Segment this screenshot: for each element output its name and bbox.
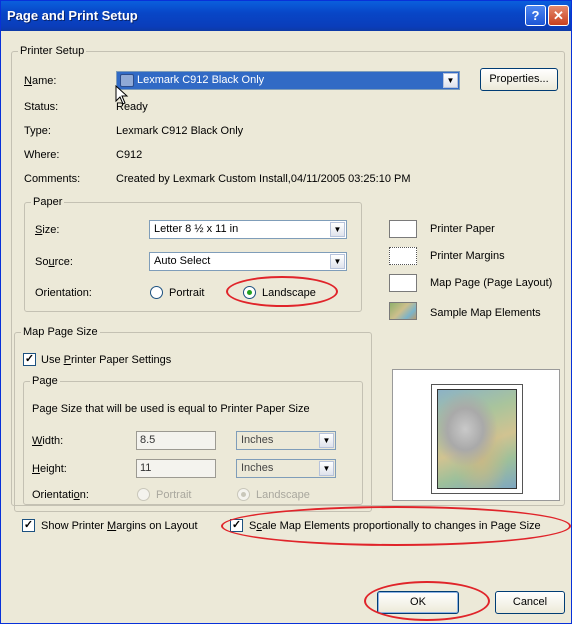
- map-orientation-label: Orientation:: [32, 489, 89, 501]
- map-landscape-label[interactable]: Landscape: [256, 488, 310, 502]
- chevron-down-icon[interactable]: ▼: [319, 433, 334, 448]
- landscape-radio-label[interactable]: Landscape: [262, 286, 316, 300]
- sample-map-elements-legend-label: Sample Map Elements: [430, 307, 541, 319]
- paper-source-dropdown[interactable]: Auto Select ▼: [149, 252, 347, 271]
- printer-name-value: Lexmark C912 Black Only: [137, 74, 265, 86]
- width-label: Width:: [32, 435, 64, 447]
- printer-margins-swatch: [389, 247, 417, 265]
- paper-legend: Paper: [31, 195, 65, 209]
- use-printer-paper-checkbox[interactable]: ✓: [23, 353, 36, 366]
- scale-map-elements-label[interactable]: Scale Map Elements proportionally to cha…: [249, 519, 541, 533]
- cancel-button-label: Cancel: [512, 596, 548, 608]
- cancel-button[interactable]: Cancel: [495, 591, 565, 614]
- landscape-radio[interactable]: [243, 286, 256, 299]
- paper-size-dropdown[interactable]: Letter 8 ½ x 11 in ▼: [149, 220, 347, 239]
- printer-setup-legend: Printer Setup: [18, 44, 87, 58]
- map-page-size-legend: Map Page Size: [21, 325, 100, 339]
- ok-button[interactable]: OK: [377, 591, 459, 614]
- sample-map-elements-swatch: [389, 302, 417, 320]
- where-value: C912: [116, 149, 143, 161]
- show-printer-margins-label[interactable]: Show Printer Margins on Layout: [41, 519, 198, 533]
- paper-group: Paper Size: Letter 8 ½ x 11 in ▼ Source:…: [24, 195, 362, 312]
- properties-button-label: Properties...: [489, 73, 549, 85]
- height-label: Height:: [32, 463, 67, 475]
- scale-map-elements-checkbox[interactable]: ✓: [230, 519, 243, 532]
- height-unit-value: Inches: [241, 462, 274, 474]
- page-print-setup-dialog: Page and Print Setup ? ✕ Printer Setup N…: [0, 0, 572, 624]
- use-printer-paper-label[interactable]: Use Printer Paper Settings: [41, 353, 171, 367]
- page-size-info: Page Size that will be used is equal to …: [32, 403, 310, 415]
- chevron-down-icon[interactable]: ▼: [330, 222, 345, 237]
- portrait-radio-label[interactable]: Portrait: [169, 286, 204, 300]
- paper-size-label: Size:: [35, 224, 60, 236]
- close-icon: ✕: [553, 8, 564, 23]
- paper-source-value: Auto Select: [154, 255, 211, 267]
- map-portrait-radio[interactable]: [137, 488, 150, 501]
- mouse-cursor-icon: [115, 85, 129, 105]
- comments-value: Created by Lexmark Custom Install,04/11/…: [116, 173, 411, 185]
- map-page-legend-label: Map Page (Page Layout): [430, 277, 553, 289]
- status-label: Status:: [24, 101, 59, 113]
- window-title: Page and Print Setup: [7, 8, 138, 23]
- paper-source-label: Source:: [35, 256, 73, 268]
- comments-label: Comments:: [24, 173, 81, 185]
- preview-map-image: [437, 389, 517, 489]
- map-page-size-group: Map Page Size ✓ Use Printer Paper Settin…: [14, 325, 372, 512]
- chevron-down-icon[interactable]: ▼: [443, 73, 458, 88]
- paper-size-value: Letter 8 ½ x 11 in: [154, 223, 239, 235]
- map-landscape-radio[interactable]: [237, 488, 250, 501]
- type-value: Lexmark C912 Black Only: [116, 125, 244, 137]
- show-printer-margins-checkbox[interactable]: ✓: [22, 519, 35, 532]
- width-unit-dropdown[interactable]: Inches ▼: [236, 431, 336, 450]
- paper-orientation-label: Orientation:: [35, 287, 92, 299]
- printer-paper-legend-label: Printer Paper: [430, 223, 495, 235]
- printer-name-dropdown[interactable]: Lexmark C912 Black Only ▼: [116, 71, 460, 90]
- help-button[interactable]: ?: [525, 5, 546, 26]
- page-subgroup: Page Page Size that will be used is equa…: [23, 374, 363, 505]
- where-label: Where:: [24, 149, 60, 161]
- printer-paper-swatch: [389, 220, 417, 238]
- page-preview: [392, 369, 560, 501]
- width-value: 8.5: [140, 434, 156, 446]
- height-unit-dropdown[interactable]: Inches ▼: [236, 459, 336, 478]
- portrait-radio[interactable]: [150, 286, 163, 299]
- printer-setup-group: Printer Setup Name: Lexmark C912 Black O…: [11, 44, 565, 512]
- properties-button[interactable]: Properties...: [480, 68, 558, 91]
- map-portrait-label[interactable]: Portrait: [156, 488, 191, 502]
- ok-button-label: OK: [410, 596, 426, 608]
- printer-name-label: Name:: [24, 75, 57, 87]
- type-label: Type:: [24, 125, 51, 137]
- printer-margins-legend-label: Printer Margins: [430, 250, 505, 262]
- height-input[interactable]: 11: [136, 459, 216, 478]
- close-button[interactable]: ✕: [548, 5, 569, 26]
- chevron-down-icon[interactable]: ▼: [330, 254, 345, 269]
- chevron-down-icon[interactable]: ▼: [319, 461, 334, 476]
- map-page-swatch: [389, 274, 417, 292]
- title-bar[interactable]: Page and Print Setup ? ✕: [1, 1, 571, 31]
- preview-map-page: [431, 384, 523, 494]
- width-input[interactable]: 8.5: [136, 431, 216, 450]
- help-icon: ?: [531, 8, 540, 23]
- height-value: 11: [140, 462, 152, 474]
- width-unit-value: Inches: [241, 434, 274, 446]
- page-legend: Page: [30, 374, 60, 388]
